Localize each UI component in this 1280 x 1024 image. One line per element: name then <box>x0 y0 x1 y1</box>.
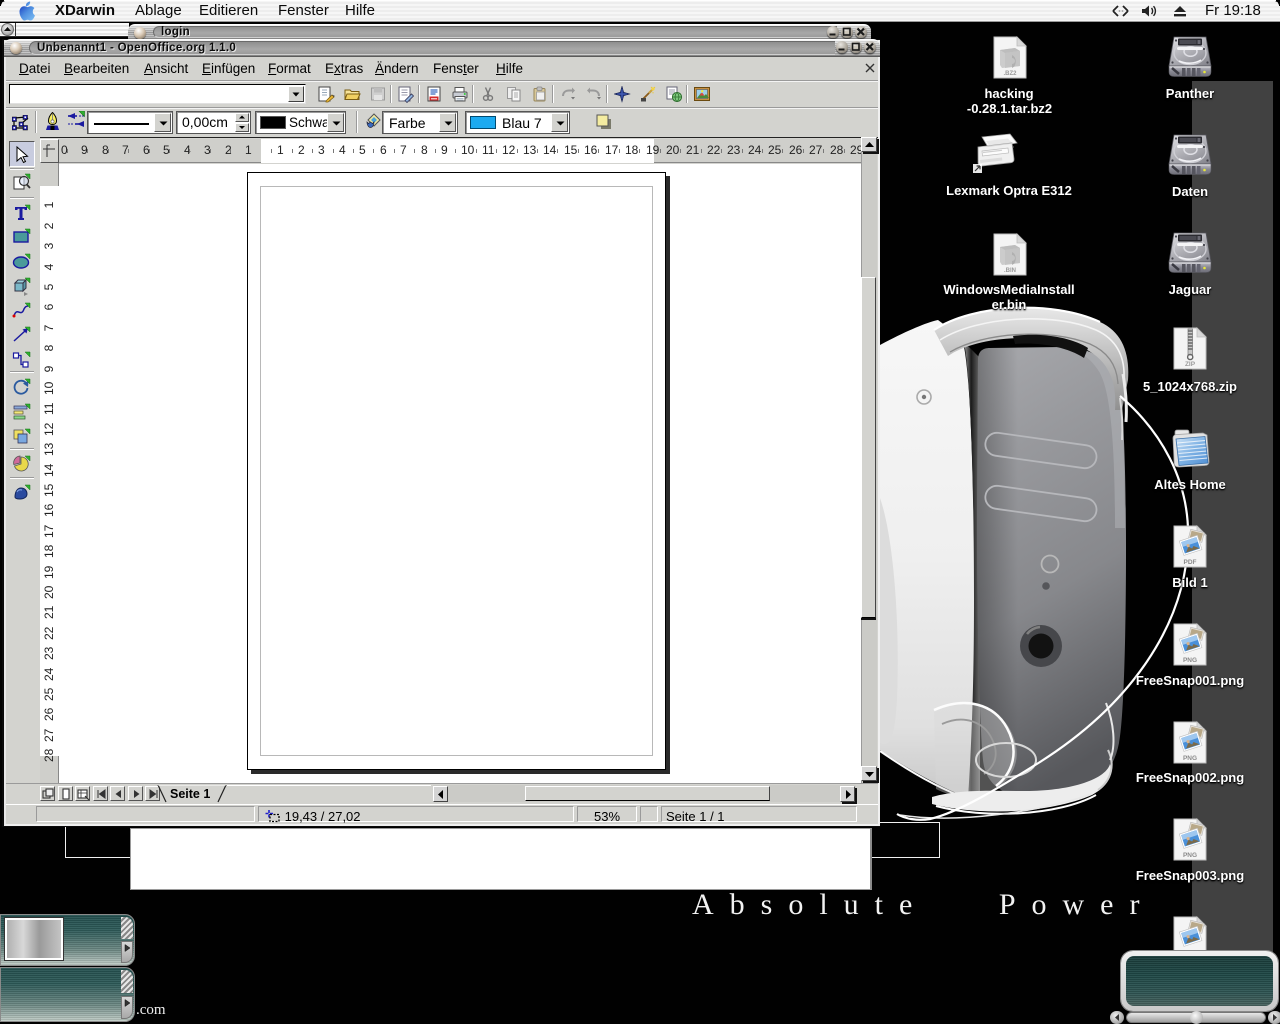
svg-text:ZIP: ZIP <box>1185 361 1196 368</box>
svg-text:PNG: PNG <box>1183 657 1197 664</box>
svg-text:.BZ2: .BZ2 <box>1003 71 1017 77</box>
svg-text:.BIN: .BIN <box>1004 268 1016 274</box>
svg-text:PNG: PNG <box>1183 852 1197 859</box>
svg-text:PNG: PNG <box>1183 755 1197 762</box>
svg-text:PDF: PDF <box>1184 559 1197 566</box>
